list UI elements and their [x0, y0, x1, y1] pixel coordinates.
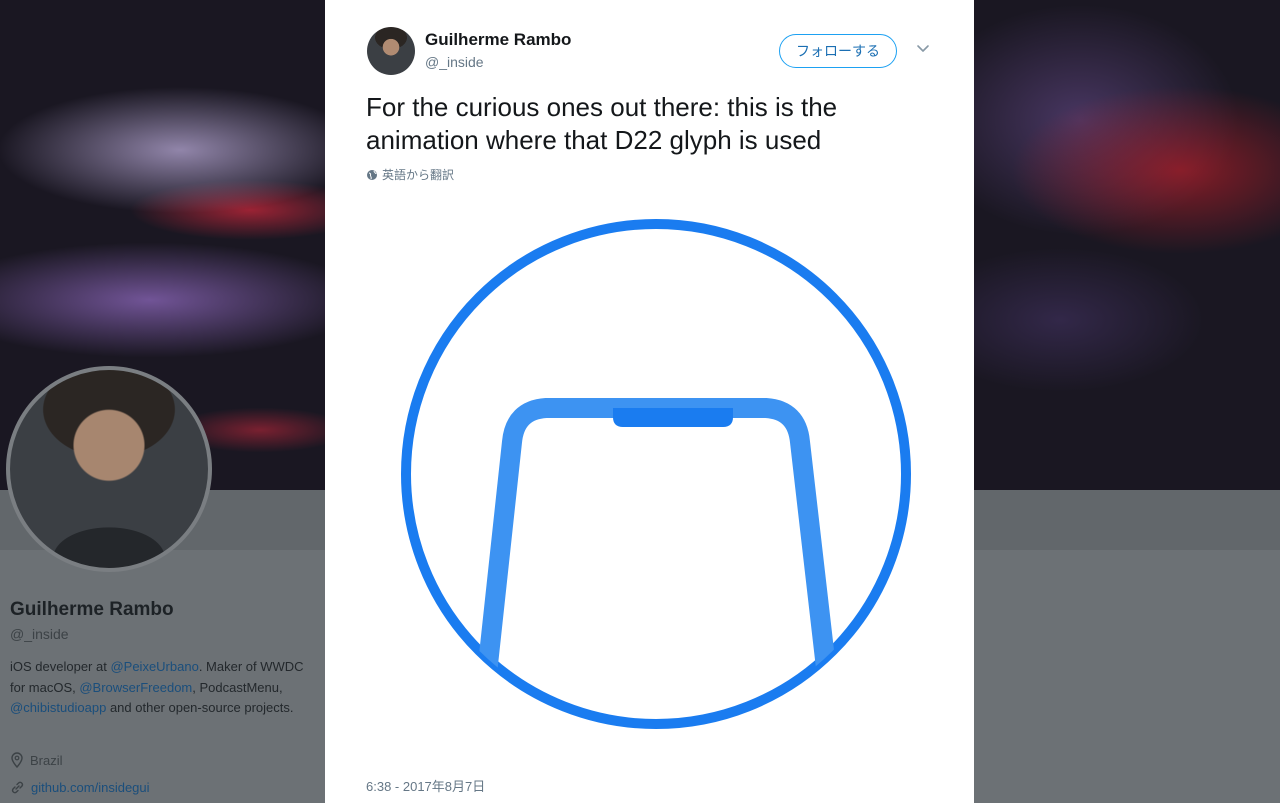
bio-link-peixeurbano[interactable]: @PeixeUrbano — [110, 659, 198, 674]
follow-button[interactable]: フォローする — [779, 34, 897, 68]
tweet-timestamp[interactable]: 6:38 - 2017年8月7日 — [366, 776, 485, 795]
profile-avatar[interactable] — [6, 366, 212, 572]
location-pin-icon — [11, 752, 23, 768]
location-text: Brazil — [30, 752, 63, 768]
bio-text: , PodcastMenu, — [192, 679, 283, 695]
website-link[interactable]: github.com/insidegui — [31, 780, 150, 795]
bio-link-browserfreedom[interactable]: @BrowserFreedom — [79, 680, 192, 695]
tweet-media-image[interactable] — [366, 180, 946, 760]
chevron-down-icon[interactable] — [915, 41, 931, 57]
tweet-text: For the curious ones out there: this is … — [366, 92, 838, 155]
profile-name: Guilherme Rambo — [10, 599, 174, 620]
profile-location: Brazil — [10, 752, 63, 768]
tweet-author-name[interactable]: Guilherme Rambo — [425, 30, 571, 50]
tweet-author-avatar[interactable] — [367, 27, 415, 75]
bio-text: iOS developer at — [10, 659, 111, 674]
profile-handle: @_inside — [10, 626, 69, 642]
bio-link-chibistudioapp[interactable]: @chibistudioapp — [10, 700, 106, 715]
tweet-author-handle[interactable]: @_inside — [425, 54, 484, 70]
globe-icon — [367, 169, 377, 180]
tweet-modal: Guilherme Rambo @_inside フォローする For the … — [325, 0, 974, 803]
profile-bio: iOS developer at @PeixeUrbano. Maker of … — [10, 657, 310, 719]
profile-website[interactable]: github.com/insidegui — [10, 780, 150, 795]
phone-notch — [613, 408, 733, 427]
link-icon — [11, 781, 24, 794]
bio-text: and other open-source projects. — [106, 700, 294, 715]
